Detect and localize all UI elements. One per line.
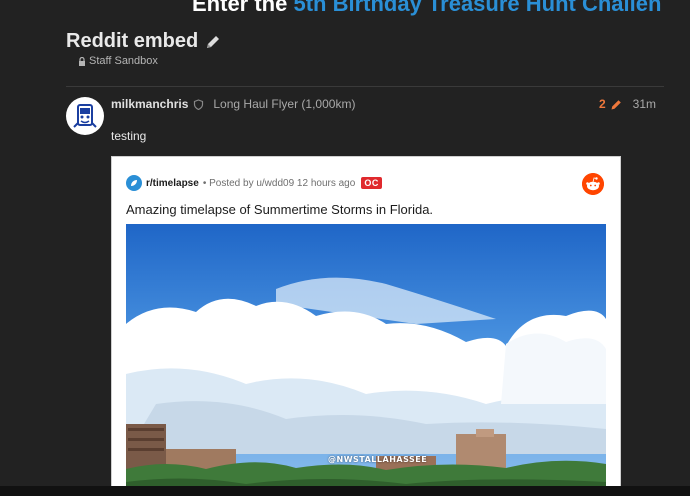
timelapse-photo[interactable]: @NWSTALLAHASSEE	[126, 224, 606, 495]
oc-badge: OC	[361, 177, 382, 189]
announcement-banner[interactable]: Enter the 5th Birthday Treasure Hunt Cha…	[192, 0, 661, 17]
subreddit-link[interactable]: r/timelapse	[146, 178, 199, 189]
post-age[interactable]: 31m	[633, 97, 656, 111]
banner-prefix: Enter the	[192, 0, 294, 16]
post-body: testing	[111, 129, 147, 143]
topic-title: Reddit embed	[66, 30, 222, 53]
photo-watermark: @NWSTALLAHASSEE	[328, 455, 428, 464]
edit-count[interactable]: 2	[599, 97, 606, 111]
bottom-bar	[0, 486, 690, 496]
category-badge[interactable]: Staff Sandbox	[78, 55, 158, 67]
avatar[interactable]	[66, 97, 104, 135]
poster-row: milkmanchris Long Haul Flyer (1,000km)	[111, 97, 355, 111]
post-meta: 2 31m	[599, 97, 656, 111]
subreddit-icon	[126, 175, 142, 191]
embed-post-title[interactable]: Amazing timelapse of Summertime Storms i…	[126, 202, 433, 217]
topic-title-text: Reddit embed	[66, 30, 199, 52]
pencil-icon[interactable]	[610, 98, 623, 111]
category-name: Staff Sandbox	[89, 55, 158, 67]
divider	[66, 86, 664, 87]
pencil-icon[interactable]	[204, 33, 222, 51]
reddit-embed[interactable]: r/timelapse • Posted by u/wdd09 12 hours…	[111, 156, 621, 496]
embed-header: r/timelapse • Posted by u/wdd09 12 hours…	[126, 175, 382, 191]
lock-icon	[79, 56, 85, 66]
user-title: Long Haul Flyer (1,000km)	[213, 97, 356, 111]
username[interactable]: milkmanchris	[111, 97, 188, 111]
banner-link[interactable]: 5th Birthday Treasure Hunt Challen	[293, 0, 661, 16]
shield-icon	[194, 98, 204, 110]
posted-by: • Posted by u/wdd09 12 hours ago	[202, 177, 356, 189]
reddit-logo-icon[interactable]	[582, 173, 604, 195]
